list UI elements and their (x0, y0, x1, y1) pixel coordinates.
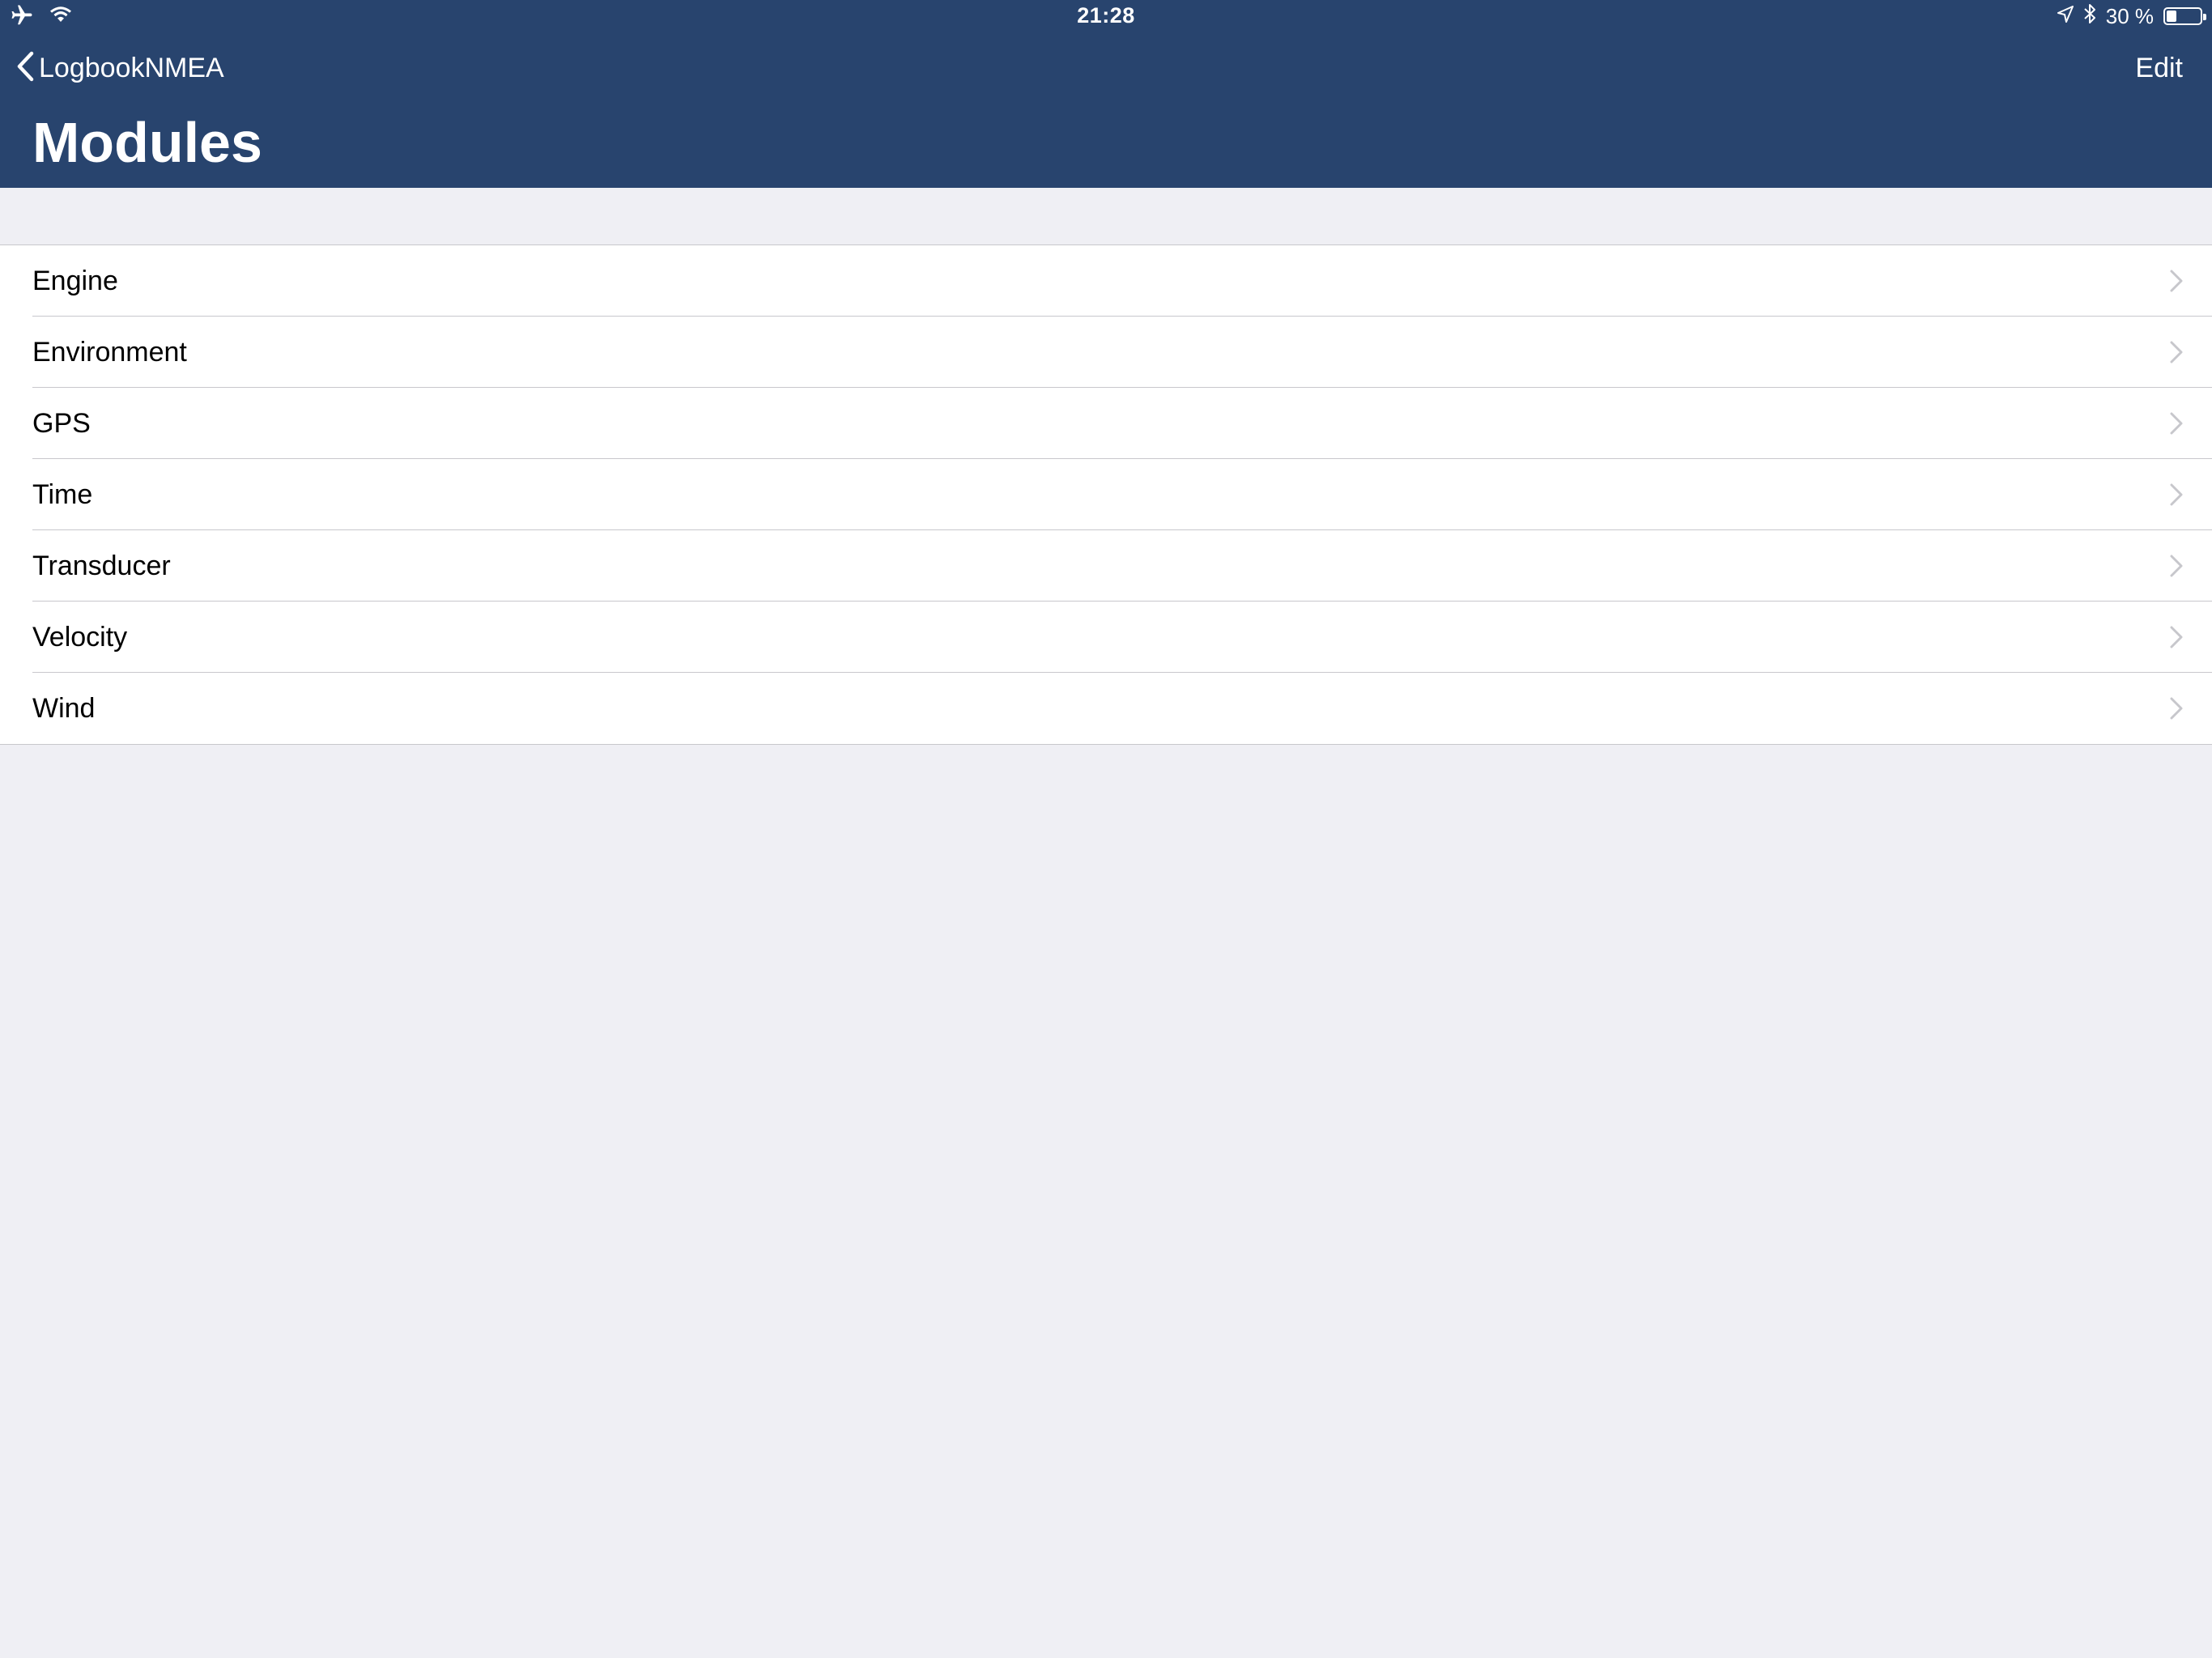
list-item-transducer[interactable]: Transducer (0, 530, 2212, 602)
list-item-gps[interactable]: GPS (0, 388, 2212, 459)
chevron-right-icon (2170, 412, 2183, 435)
modules-list: Engine Environment GPS Time Transducer V… (0, 244, 2212, 745)
battery-percent: 30 % (2105, 3, 2154, 28)
chevron-right-icon (2170, 555, 2183, 577)
battery-icon (2163, 7, 2206, 25)
page-title: Modules (32, 111, 262, 174)
list-item-engine[interactable]: Engine (0, 245, 2212, 317)
chevron-right-icon (2170, 626, 2183, 648)
list-item-label: Transducer (32, 551, 171, 581)
list-item-wind[interactable]: Wind (0, 673, 2212, 744)
list-item-velocity[interactable]: Velocity (0, 602, 2212, 673)
chevron-right-icon (2170, 341, 2183, 363)
navigation-header: 21:28 30 % LogbookNMEA Edit Modules (0, 0, 2212, 188)
list-item-label: GPS (32, 408, 91, 439)
list-item-label: Wind (32, 693, 96, 724)
list-item-label: Velocity (32, 622, 128, 653)
status-right: 30 % (2057, 3, 2206, 30)
list-item-time[interactable]: Time (0, 459, 2212, 530)
status-bar: 21:28 30 % (0, 0, 2212, 34)
list-item-label: Time (32, 479, 93, 510)
app-root: 21:28 30 % LogbookNMEA Edit Modules Engi… (0, 0, 2212, 1658)
location-icon (2057, 4, 2074, 29)
chevron-right-icon (2170, 483, 2183, 506)
back-button-label: LogbookNMEA (39, 52, 224, 83)
chevron-left-icon (16, 51, 34, 86)
battery-nub (2203, 14, 2206, 20)
chevron-right-icon (2170, 270, 2183, 292)
edit-button[interactable]: Edit (2135, 47, 2183, 89)
chevron-right-icon (2170, 697, 2183, 720)
status-time: 21:28 (1077, 3, 1135, 28)
list-item-label: Environment (32, 337, 187, 368)
list-item-label: Engine (32, 266, 118, 296)
bluetooth-icon (2083, 3, 2096, 30)
back-button[interactable]: LogbookNMEA (16, 47, 224, 89)
list-item-environment[interactable]: Environment (0, 317, 2212, 388)
battery-level (2167, 11, 2176, 22)
